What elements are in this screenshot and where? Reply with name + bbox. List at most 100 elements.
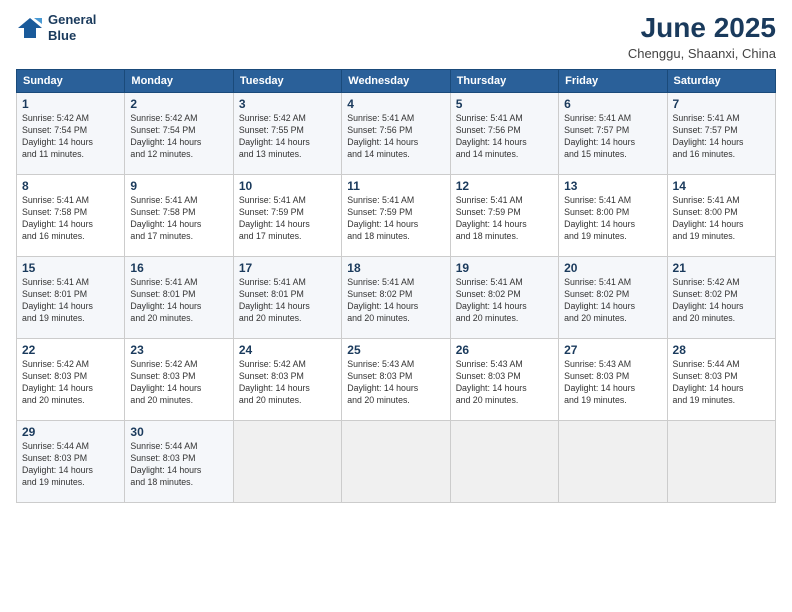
calendar-cell: 18 Sunrise: 5:41 AM Sunset: 8:02 PM Dayli… bbox=[342, 257, 450, 339]
day-info: Sunrise: 5:42 AM Sunset: 7:54 PM Dayligh… bbox=[130, 113, 227, 161]
day-info: Sunrise: 5:41 AM Sunset: 7:58 PM Dayligh… bbox=[22, 195, 119, 243]
column-header-sunday: Sunday bbox=[17, 70, 125, 93]
calendar-cell: 16 Sunrise: 5:41 AM Sunset: 8:01 PM Dayli… bbox=[125, 257, 233, 339]
day-number: 13 bbox=[564, 179, 661, 193]
calendar-cell: 21 Sunrise: 5:42 AM Sunset: 8:02 PM Dayli… bbox=[667, 257, 775, 339]
day-number: 17 bbox=[239, 261, 336, 275]
calendar-cell: 5 Sunrise: 5:41 AM Sunset: 7:56 PM Daylig… bbox=[450, 93, 558, 175]
title-section: June 2025 Chenggu, Shaanxi, China bbox=[628, 12, 776, 61]
day-info: Sunrise: 5:41 AM Sunset: 7:59 PM Dayligh… bbox=[239, 195, 336, 243]
calendar-cell: 17Sunrise: 5:41 AM Sunset: 8:01 PM Dayli… bbox=[233, 257, 341, 339]
day-number: 28 bbox=[673, 343, 770, 357]
calendar-cell: 20 Sunrise: 5:41 AM Sunset: 8:02 PM Dayli… bbox=[559, 257, 667, 339]
calendar-cell: 26 Sunrise: 5:43 AM Sunset: 8:03 PM Dayli… bbox=[450, 339, 558, 421]
calendar-cell bbox=[667, 421, 775, 503]
calendar-cell: 8 Sunrise: 5:41 AM Sunset: 7:58 PM Daylig… bbox=[17, 175, 125, 257]
calendar-cell: 30Sunrise: 5:44 AM Sunset: 8:03 PM Dayli… bbox=[125, 421, 233, 503]
day-info: Sunrise: 5:43 AM Sunset: 8:03 PM Dayligh… bbox=[456, 359, 553, 407]
calendar-cell: 11Sunrise: 5:41 AM Sunset: 7:59 PM Dayli… bbox=[342, 175, 450, 257]
calendar-cell bbox=[233, 421, 341, 503]
day-number: 10 bbox=[239, 179, 336, 193]
calendar-week-row: 22 Sunrise: 5:42 AM Sunset: 8:03 PM Dayli… bbox=[17, 339, 776, 421]
calendar-cell: 19 Sunrise: 5:41 AM Sunset: 8:02 PM Dayli… bbox=[450, 257, 558, 339]
day-info: Sunrise: 5:42 AM Sunset: 8:03 PM Dayligh… bbox=[130, 359, 227, 407]
day-info: Sunrise: 5:41 AM Sunset: 8:02 PM Dayligh… bbox=[347, 277, 444, 325]
day-info: Sunrise: 5:41 AM Sunset: 8:02 PM Dayligh… bbox=[564, 277, 661, 325]
day-number: 1 bbox=[22, 97, 119, 111]
day-info: Sunrise: 5:44 AM Sunset: 8:03 PM Dayligh… bbox=[22, 441, 119, 489]
day-info: Sunrise: 5:42 AM Sunset: 8:03 PM Dayligh… bbox=[239, 359, 336, 407]
day-number: 7 bbox=[673, 97, 770, 111]
calendar-week-row: 8 Sunrise: 5:41 AM Sunset: 7:58 PM Daylig… bbox=[17, 175, 776, 257]
calendar-cell: 14 Sunrise: 5:41 AM Sunset: 8:00 PM Dayli… bbox=[667, 175, 775, 257]
calendar-cell: 1 Sunrise: 5:42 AM Sunset: 7:54 PM Daylig… bbox=[17, 93, 125, 175]
calendar-cell bbox=[450, 421, 558, 503]
calendar-cell: 24 Sunrise: 5:42 AM Sunset: 8:03 PM Dayli… bbox=[233, 339, 341, 421]
day-info: Sunrise: 5:42 AM Sunset: 8:02 PM Dayligh… bbox=[673, 277, 770, 325]
calendar-cell: 4Sunrise: 5:41 AM Sunset: 7:56 PM Daylig… bbox=[342, 93, 450, 175]
calendar-cell: 25 Sunrise: 5:43 AM Sunset: 8:03 PM Dayli… bbox=[342, 339, 450, 421]
day-info: Sunrise: 5:43 AM Sunset: 8:03 PM Dayligh… bbox=[564, 359, 661, 407]
day-number: 11 bbox=[347, 179, 444, 193]
day-info: Sunrise: 5:44 AM Sunset: 8:03 PM Dayligh… bbox=[673, 359, 770, 407]
column-header-saturday: Saturday bbox=[667, 70, 775, 93]
day-number: 27 bbox=[564, 343, 661, 357]
calendar-cell bbox=[342, 421, 450, 503]
day-number: 21 bbox=[673, 261, 770, 275]
calendar-cell: 22 Sunrise: 5:42 AM Sunset: 8:03 PM Dayli… bbox=[17, 339, 125, 421]
day-number: 19 bbox=[456, 261, 553, 275]
calendar-cell: 12Sunrise: 5:41 AM Sunset: 7:59 PM Dayli… bbox=[450, 175, 558, 257]
day-info: Sunrise: 5:41 AM Sunset: 8:01 PM Dayligh… bbox=[130, 277, 227, 325]
day-info: Sunrise: 5:41 AM Sunset: 8:00 PM Dayligh… bbox=[673, 195, 770, 243]
column-header-thursday: Thursday bbox=[450, 70, 558, 93]
day-number: 16 bbox=[130, 261, 227, 275]
day-number: 22 bbox=[22, 343, 119, 357]
calendar-cell: 9Sunrise: 5:41 AM Sunset: 7:58 PM Daylig… bbox=[125, 175, 233, 257]
calendar-cell: 7 Sunrise: 5:41 AM Sunset: 7:57 PM Daylig… bbox=[667, 93, 775, 175]
calendar-week-row: 15Sunrise: 5:41 AM Sunset: 8:01 PM Dayli… bbox=[17, 257, 776, 339]
day-info: Sunrise: 5:42 AM Sunset: 7:55 PM Dayligh… bbox=[239, 113, 336, 161]
day-number: 18 bbox=[347, 261, 444, 275]
day-number: 2 bbox=[130, 97, 227, 111]
day-number: 5 bbox=[456, 97, 553, 111]
day-info: Sunrise: 5:41 AM Sunset: 8:02 PM Dayligh… bbox=[456, 277, 553, 325]
calendar-header-row: SundayMondayTuesdayWednesdayThursdayFrid… bbox=[17, 70, 776, 93]
day-info: Sunrise: 5:41 AM Sunset: 7:56 PM Dayligh… bbox=[456, 113, 553, 161]
day-number: 3 bbox=[239, 97, 336, 111]
day-number: 6 bbox=[564, 97, 661, 111]
day-number: 20 bbox=[564, 261, 661, 275]
column-header-friday: Friday bbox=[559, 70, 667, 93]
location: Chenggu, Shaanxi, China bbox=[628, 46, 776, 61]
header: General Blue June 2025 Chenggu, Shaanxi,… bbox=[16, 12, 776, 61]
calendar: SundayMondayTuesdayWednesdayThursdayFrid… bbox=[16, 69, 776, 503]
calendar-cell: 10 Sunrise: 5:41 AM Sunset: 7:59 PM Dayli… bbox=[233, 175, 341, 257]
calendar-week-row: 29 Sunrise: 5:44 AM Sunset: 8:03 PM Dayli… bbox=[17, 421, 776, 503]
calendar-cell: 3 Sunrise: 5:42 AM Sunset: 7:55 PM Daylig… bbox=[233, 93, 341, 175]
calendar-cell bbox=[559, 421, 667, 503]
calendar-week-row: 1 Sunrise: 5:42 AM Sunset: 7:54 PM Daylig… bbox=[17, 93, 776, 175]
calendar-cell: 2 Sunrise: 5:42 AM Sunset: 7:54 PM Daylig… bbox=[125, 93, 233, 175]
calendar-cell: 6 Sunrise: 5:41 AM Sunset: 7:57 PM Daylig… bbox=[559, 93, 667, 175]
day-info: Sunrise: 5:41 AM Sunset: 8:01 PM Dayligh… bbox=[22, 277, 119, 325]
day-number: 8 bbox=[22, 179, 119, 193]
day-info: Sunrise: 5:43 AM Sunset: 8:03 PM Dayligh… bbox=[347, 359, 444, 407]
day-info: Sunrise: 5:42 AM Sunset: 8:03 PM Dayligh… bbox=[22, 359, 119, 407]
column-header-monday: Monday bbox=[125, 70, 233, 93]
day-info: Sunrise: 5:42 AM Sunset: 7:54 PM Dayligh… bbox=[22, 113, 119, 161]
calendar-cell: 13Sunrise: 5:41 AM Sunset: 8:00 PM Dayli… bbox=[559, 175, 667, 257]
day-number: 14 bbox=[673, 179, 770, 193]
calendar-cell: 29 Sunrise: 5:44 AM Sunset: 8:03 PM Dayli… bbox=[17, 421, 125, 503]
day-info: Sunrise: 5:44 AM Sunset: 8:03 PM Dayligh… bbox=[130, 441, 227, 489]
day-info: Sunrise: 5:41 AM Sunset: 7:57 PM Dayligh… bbox=[564, 113, 661, 161]
column-header-wednesday: Wednesday bbox=[342, 70, 450, 93]
day-number: 29 bbox=[22, 425, 119, 439]
day-info: Sunrise: 5:41 AM Sunset: 7:58 PM Dayligh… bbox=[130, 195, 227, 243]
day-number: 26 bbox=[456, 343, 553, 357]
day-number: 25 bbox=[347, 343, 444, 357]
calendar-cell: 28 Sunrise: 5:44 AM Sunset: 8:03 PM Dayli… bbox=[667, 339, 775, 421]
day-info: Sunrise: 5:41 AM Sunset: 7:57 PM Dayligh… bbox=[673, 113, 770, 161]
logo-text: General Blue bbox=[48, 12, 96, 43]
logo-icon bbox=[16, 14, 44, 42]
day-number: 24 bbox=[239, 343, 336, 357]
column-header-tuesday: Tuesday bbox=[233, 70, 341, 93]
